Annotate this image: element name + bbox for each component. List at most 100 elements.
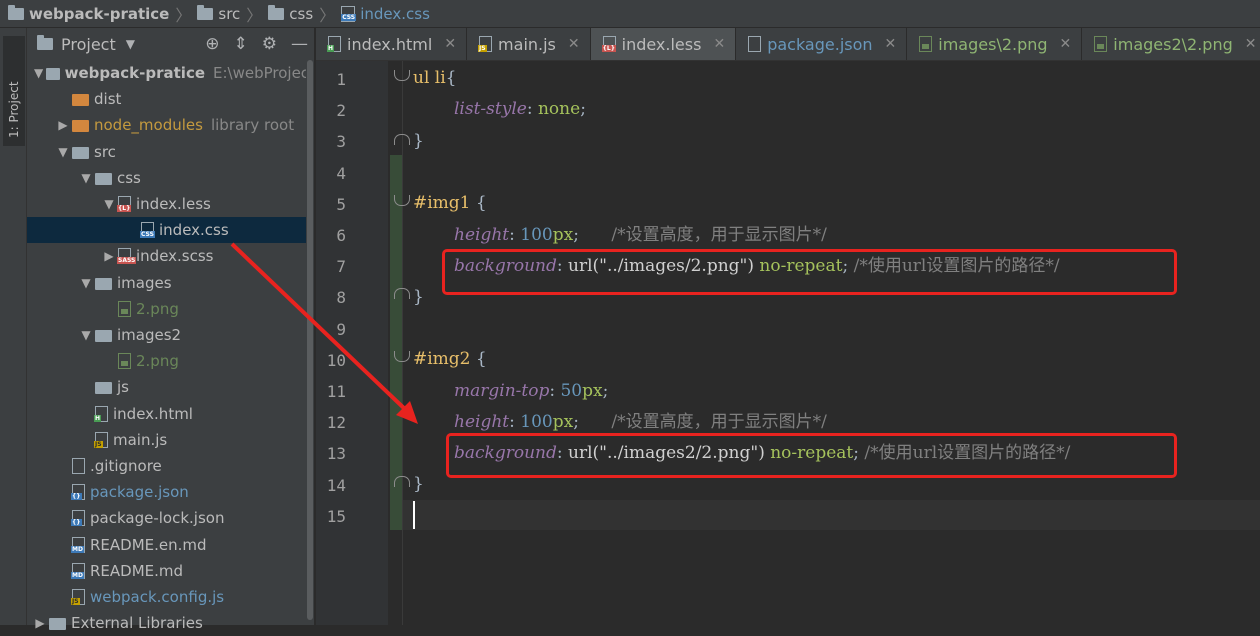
chevron-right-icon: 〉: [175, 5, 192, 25]
tab-label: package.json: [767, 34, 873, 54]
breadcrumb-label: index.css: [360, 4, 430, 23]
code-line-14: }: [413, 474, 424, 494]
breadcrumb-item-css[interactable]: css: [268, 4, 314, 23]
breadcrumb-label: css: [289, 4, 314, 23]
folder-icon: [197, 4, 214, 20]
json-file-icon: [748, 36, 762, 52]
tree-item[interactable]: dist: [27, 86, 343, 112]
folder-icon: [46, 68, 60, 80]
breadcrumb-item-file[interactable]: CSS index.css: [341, 5, 430, 23]
md-file-icon: MD: [71, 536, 85, 553]
tree-item-label: 2.png: [136, 299, 179, 318]
sass-file-icon: SASS: [117, 248, 137, 265]
tree-item-hint: library root: [210, 116, 295, 135]
tree-item[interactable]: {} package.json: [27, 479, 343, 505]
tree-item-label: src: [94, 142, 116, 161]
collapse-all-icon[interactable]: ⇕: [234, 34, 248, 54]
fold-close-icon[interactable]: [394, 134, 410, 145]
tree-item-label: images: [117, 273, 172, 292]
tab-label: index.html: [347, 34, 433, 54]
breadcrumb-label: webpack-pratice: [29, 4, 170, 23]
left-tool-strip: 1: Project: [0, 28, 27, 625]
tab-json[interactable]: package.json ✕: [736, 28, 908, 60]
tree-item[interactable]: ▶ node_modules library root: [27, 112, 343, 138]
tree-item-label: 2.png: [136, 352, 179, 371]
line-number: 15: [326, 506, 346, 526]
code-line-3: }: [413, 131, 424, 151]
expand-right-icon[interactable]: ▶: [33, 616, 47, 630]
close-tab-icon[interactable]: ✕: [1245, 36, 1257, 52]
expand-right-icon[interactable]: ▶: [102, 249, 116, 263]
tree-item[interactable]: ▼ webpack-pratice E:\webProject\: [27, 60, 320, 86]
code-line-6: height: 100px; /*设置高度，用于显示图片*/: [454, 225, 827, 245]
code-line-2: list-style: none;: [454, 99, 586, 119]
project-panel: Project ▼ ⊕ ⇕ ⚙ — ▼ webpack-pratice E:\web…: [27, 28, 412, 632]
close-tab-icon[interactable]: ✕: [568, 36, 580, 52]
tab-less[interactable]: {L} index.less ✕: [590, 28, 737, 60]
tree-item-label: package-lock.json: [90, 509, 225, 528]
tree-item[interactable]: MD README.md: [27, 558, 343, 584]
locate-icon[interactable]: ⊕: [205, 34, 219, 54]
minimize-icon[interactable]: —: [291, 34, 308, 54]
tab-html[interactable]: Hindex.html ✕: [316, 28, 468, 60]
fold-open-icon[interactable]: [394, 195, 410, 206]
code-line-5: #img1 {: [413, 193, 487, 213]
fold-open-icon[interactable]: [394, 70, 410, 81]
gear-icon[interactable]: ⚙: [262, 34, 277, 54]
project-tool-tab[interactable]: 1: Project: [3, 36, 25, 146]
chevron-down-icon[interactable]: ▼: [126, 37, 135, 51]
tab-label: images2\2.png: [1113, 34, 1233, 54]
tree-item[interactable]: JS webpack.config.js: [27, 584, 343, 610]
close-tab-icon[interactable]: ✕: [713, 36, 725, 52]
fold-close-icon[interactable]: [394, 476, 410, 487]
html-file-icon: H: [327, 36, 341, 52]
breadcrumb-item-src[interactable]: src: [197, 4, 240, 23]
expand-down-icon[interactable]: ▼: [79, 328, 93, 342]
expand-down-icon[interactable]: ▼: [79, 171, 93, 185]
json-file-icon: {}: [71, 510, 85, 527]
fold-close-icon[interactable]: [394, 288, 410, 299]
tab-img[interactable]: images2\2.png ✕: [1082, 28, 1260, 60]
expand-down-icon[interactable]: ▼: [79, 276, 93, 290]
tree-item-label: README.md: [90, 561, 184, 580]
js-file-icon: JS: [94, 431, 108, 448]
close-tab-icon[interactable]: ✕: [444, 36, 456, 52]
tree-item-label: .gitignore: [90, 457, 162, 475]
scrollbar-thumb[interactable]: [307, 60, 313, 620]
close-tab-icon[interactable]: ✕: [1060, 36, 1072, 52]
tree-item[interactable]: ▶ External Libraries: [27, 610, 320, 636]
tab-js[interactable]: JS main.js ✕: [467, 28, 591, 60]
expand-right-icon[interactable]: ▶: [56, 118, 70, 132]
line-number: 2: [336, 101, 346, 121]
expand-down-icon[interactable]: ▼: [33, 66, 44, 80]
tree-item[interactable]: MD README.en.md: [27, 532, 343, 558]
html-file-icon: H: [94, 405, 108, 422]
tree-item-label: images2: [117, 326, 182, 344]
tab-label: main.js: [498, 34, 556, 54]
close-tab-icon[interactable]: ✕: [885, 36, 897, 52]
line-number: 3: [336, 132, 346, 152]
less-file-icon: {L}: [117, 196, 132, 212]
expand-down-icon[interactable]: ▼: [102, 197, 116, 211]
tree-item[interactable]: ▼ src: [27, 139, 343, 165]
tree-item-label: webpack.config.js: [90, 588, 225, 606]
tree-item[interactable]: .gitignore: [27, 453, 343, 479]
project-tree-scrollbar[interactable]: [306, 60, 314, 625]
tree-item-label: External Libraries: [71, 614, 203, 633]
tab-img[interactable]: images\2.png ✕: [907, 28, 1083, 60]
project-view-selector[interactable]: Project: [61, 35, 116, 54]
breadcrumb-item-project[interactable]: webpack-pratice: [8, 4, 170, 23]
line-number: 13: [326, 444, 346, 464]
expand-down-icon[interactable]: ▼: [56, 145, 70, 159]
tree-item[interactable]: {} package-lock.json: [27, 505, 343, 531]
js-file-icon: JS: [71, 589, 85, 605]
fold-open-icon[interactable]: [394, 351, 410, 362]
code-editor[interactable]: 1 2 3 4 5 6 7 8 9 10 11 12 13 14 15 ul li{ list-style:…: [316, 61, 1260, 625]
tree-item-label: css: [117, 168, 141, 187]
line-number: 1: [336, 70, 346, 89]
code-line-11: margin-top: 50px;: [454, 381, 609, 401]
tree-item-label: index.html: [113, 404, 193, 423]
line-number: 10: [326, 350, 346, 370]
code-line-1: ul li{: [413, 68, 457, 88]
indent-guide: [402, 61, 403, 625]
